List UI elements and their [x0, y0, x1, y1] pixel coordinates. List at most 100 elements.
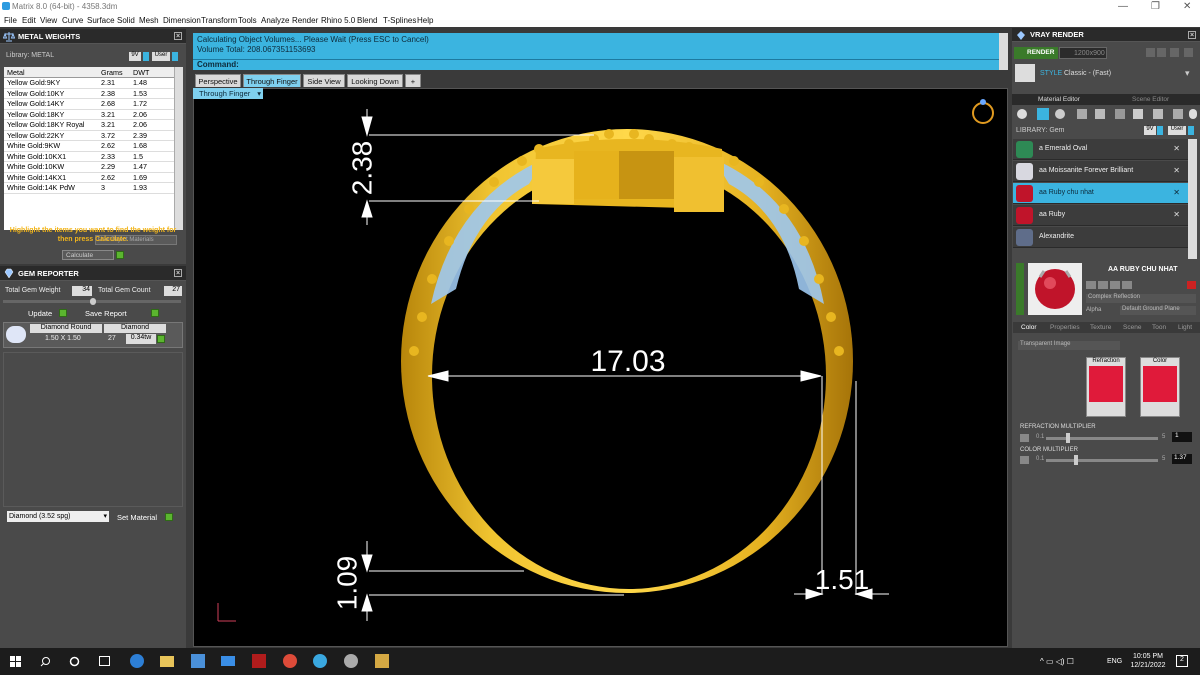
tray-icons[interactable]: ^ ▭ ◁) ☐ [1040, 657, 1074, 666]
material-item[interactable]: Alexandrite [1013, 227, 1188, 248]
tab-material-editor[interactable]: Material Editor [1038, 96, 1080, 103]
library-version-toggle[interactable] [1157, 126, 1163, 135]
menu-transform[interactable]: Transform [201, 16, 237, 25]
grid-icon[interactable] [1115, 109, 1125, 119]
menu-rhino[interactable]: Rhino 5.0 [321, 16, 355, 25]
refraction-slider-handle[interactable] [1066, 433, 1070, 443]
preview-icon[interactable] [1098, 281, 1108, 289]
viewport[interactable]: 17.03 2.38 1.09 1.51 [193, 88, 1008, 647]
input-language[interactable]: ENG [1107, 658, 1122, 665]
ground-plane-select[interactable]: Default Ground Plane [1120, 306, 1196, 315]
refresh-icon[interactable] [1187, 281, 1196, 289]
menu-analyze[interactable]: Analyze [261, 16, 289, 25]
menu-help[interactable]: Help [417, 16, 433, 25]
menu-dimension[interactable]: Dimension [163, 16, 201, 25]
tab-add[interactable]: + [405, 74, 421, 87]
paint-icon[interactable] [1133, 109, 1143, 119]
metal-table-scrollbar[interactable] [174, 67, 183, 230]
viewport-label[interactable]: Through Finger ▾ [193, 88, 263, 99]
file-explorer-icon[interactable] [160, 656, 174, 667]
material-item[interactable]: aa Moissanite Forever Brilliant ✕ [1013, 161, 1188, 182]
tab-side-view[interactable]: Side View [303, 74, 345, 87]
eye-icon[interactable] [1173, 109, 1183, 119]
library-version-toggle[interactable] [143, 52, 149, 61]
tab-perspective[interactable]: Perspective [195, 74, 241, 87]
drop-icon[interactable] [1017, 109, 1027, 119]
plane-icon[interactable] [1077, 109, 1087, 119]
sphere-icon[interactable] [1055, 109, 1065, 119]
maximize-button[interactable]: ❐ [1151, 1, 1160, 12]
light-icon[interactable] [1189, 109, 1197, 119]
render-button[interactable]: RENDER [1014, 47, 1058, 59]
tab-through-finger[interactable]: Through Finger [243, 74, 301, 87]
chrome-icon[interactable] [283, 654, 297, 668]
bucket-icon[interactable] [1153, 109, 1163, 119]
menu-edit[interactable]: Edit [22, 16, 36, 25]
table-row[interactable]: Yellow Gold:22KY 3.72 2.39 [4, 131, 174, 141]
app-icon[interactable] [375, 654, 389, 668]
menu-view[interactable]: View [40, 16, 57, 25]
camera-icon[interactable] [1157, 48, 1166, 57]
collapse-handle[interactable] [1016, 263, 1024, 315]
clock[interactable]: 10:05 PM 12/21/2022 [1128, 652, 1168, 670]
menu-file[interactable]: File [4, 16, 17, 25]
mail-icon[interactable] [221, 656, 235, 666]
tab-looking-down[interactable]: Looking Down [347, 74, 403, 87]
table-row[interactable]: White Gold:14K PdW 3 1.93 [4, 183, 174, 194]
color-swatch[interactable]: Color [1140, 357, 1180, 417]
remove-icon[interactable]: ✕ [1173, 210, 1180, 219]
table-row[interactable]: Yellow Gold:10KY 2.38 1.53 [4, 89, 174, 99]
gear-icon[interactable] [1020, 456, 1029, 464]
close-icon[interactable]: × [174, 32, 182, 40]
library-user-toggle[interactable] [1188, 126, 1194, 135]
tab-scene-editor[interactable]: Scene Editor [1132, 96, 1169, 103]
update-button[interactable]: Update [28, 309, 52, 318]
search-icon[interactable] [40, 656, 51, 667]
refraction-value[interactable]: 1 [1172, 432, 1192, 442]
table-row[interactable]: White Gold:14KX1 2.62 1.69 [4, 173, 174, 183]
set-material-button[interactable]: Set Material [117, 513, 157, 522]
table-row[interactable]: Yellow Gold:18KY Royal 3.21 2.06 [4, 120, 174, 131]
preview-icon[interactable] [1086, 281, 1096, 289]
menu-render[interactable]: Render [292, 16, 318, 25]
preview-icon[interactable] [1110, 281, 1120, 289]
tab-properties[interactable]: Properties [1050, 324, 1080, 331]
close-icon[interactable]: × [1188, 31, 1196, 39]
library-user[interactable]: User [152, 52, 170, 61]
settings-icon[interactable] [1170, 48, 1179, 57]
refraction-swatch[interactable]: Refraction [1086, 357, 1126, 417]
table-row[interactable]: White Gold:10KW 2.29 1.47 [4, 162, 174, 173]
material-item-selected[interactable]: aa Ruby chu nhat ✕ [1013, 183, 1188, 204]
minimize-button[interactable]: — [1118, 1, 1128, 12]
library-user-toggle[interactable] [172, 52, 178, 61]
save-report-go-icon[interactable] [151, 308, 159, 317]
notification-icon[interactable]: 2 [1176, 655, 1188, 667]
material-item[interactable]: aa Ruby ✕ [1013, 205, 1188, 226]
material-list-scrollbar[interactable] [1188, 139, 1197, 259]
set-material-go-icon[interactable] [165, 512, 173, 521]
library-version[interactable]: 9V [1144, 126, 1156, 135]
remove-icon[interactable]: ✕ [1173, 144, 1180, 153]
edge-icon[interactable] [130, 654, 144, 668]
color-slider[interactable] [1046, 459, 1158, 462]
store-icon[interactable] [191, 654, 205, 668]
gear-icon[interactable] [1020, 434, 1029, 442]
menu-tsplines[interactable]: T-Splines [383, 16, 416, 25]
divider-handle[interactable] [90, 298, 96, 305]
close-icon[interactable]: × [174, 269, 182, 277]
table-row[interactable]: Yellow Gold:18KY 3.21 2.06 [4, 110, 174, 120]
windows-start-icon[interactable] [10, 656, 21, 667]
table-row[interactable]: Yellow Gold:9KY 2.31 1.48 [4, 78, 174, 89]
material-item[interactable]: a Emerald Oval ✕ [1013, 139, 1188, 160]
cortana-icon[interactable] [69, 656, 80, 667]
tab-scene[interactable]: Scene [1123, 324, 1141, 331]
command-input[interactable]: Command: [193, 59, 999, 70]
preview-icon[interactable] [1122, 281, 1132, 289]
rhino-icon[interactable] [344, 654, 358, 668]
task-view-icon[interactable] [99, 656, 110, 666]
gem-row-go-icon[interactable] [157, 334, 165, 343]
menu-solid[interactable]: Solid [117, 16, 135, 25]
remove-icon[interactable]: ✕ [1173, 166, 1180, 175]
close-button[interactable]: ✕ [1183, 1, 1191, 12]
tab-texture[interactable]: Texture [1090, 324, 1111, 331]
